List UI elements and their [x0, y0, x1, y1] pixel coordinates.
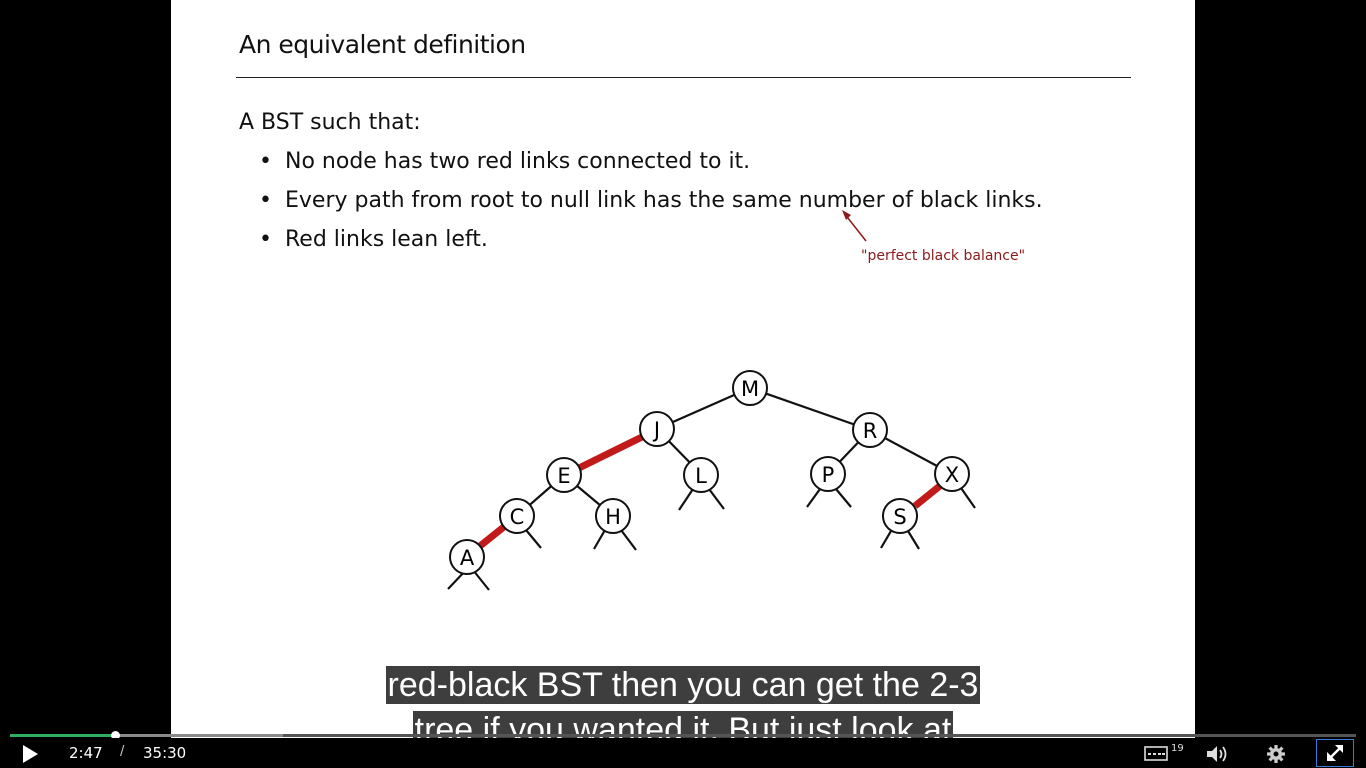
subtitle-text: red-black BST then you can get the 2-3 [385, 666, 981, 704]
svg-text:H: H [605, 505, 621, 529]
svg-text:C: C [510, 505, 525, 529]
red-link-j-e [577, 432, 646, 472]
gear-icon[interactable] [1265, 743, 1287, 765]
caption-count: 19 [1171, 743, 1184, 754]
red-link-x-s [912, 482, 944, 509]
seek-bar[interactable] [10, 731, 1356, 740]
video-player[interactable]: An equivalent definition A BST such that… [0, 0, 1366, 768]
tree-nodes: M J R E L P X C H S A [449, 370, 970, 575]
time-separator: / [120, 744, 125, 759]
svg-text:A: A [460, 546, 475, 570]
svg-text:S: S [893, 505, 906, 529]
link-m-r [749, 386, 871, 432]
tree-node: S [882, 498, 918, 534]
closed-captions-icon[interactable] [1144, 745, 1170, 763]
exit-fullscreen-button[interactable] [1316, 739, 1354, 767]
svg-text:X: X [945, 463, 959, 487]
tree-node: C [499, 498, 535, 534]
exit-fullscreen-icon [1327, 745, 1343, 761]
tree-node: J [639, 411, 675, 447]
tree-node: H [595, 498, 631, 534]
tree-node: M [732, 370, 768, 406]
svg-text:R: R [863, 419, 878, 443]
volume-icon[interactable] [1205, 744, 1229, 764]
tree-node: E [546, 457, 582, 493]
lecture-slide: An equivalent definition A BST such that… [171, 0, 1195, 768]
total-duration: 35:30 [143, 744, 187, 762]
seek-bar-played [10, 734, 115, 737]
svg-text:L: L [695, 464, 707, 488]
tree-node: A [449, 539, 485, 575]
red-black-tree-diagram: M J R E L P X C H S A [447, 370, 976, 591]
tree-node: L [683, 457, 719, 493]
play-icon[interactable] [20, 744, 40, 764]
svg-text:M: M [741, 377, 759, 401]
tree-node: P [810, 456, 846, 492]
tree-node: R [852, 412, 888, 448]
current-time: 2:47 [69, 744, 103, 762]
subtitle-line: red-black BST then you can get the 2-3 [0, 664, 1366, 706]
tree-node: X [934, 456, 970, 492]
svg-text:P: P [822, 463, 835, 487]
svg-text:E: E [557, 464, 570, 488]
svg-text:J: J [652, 418, 660, 442]
red-link-c-a [477, 523, 508, 549]
